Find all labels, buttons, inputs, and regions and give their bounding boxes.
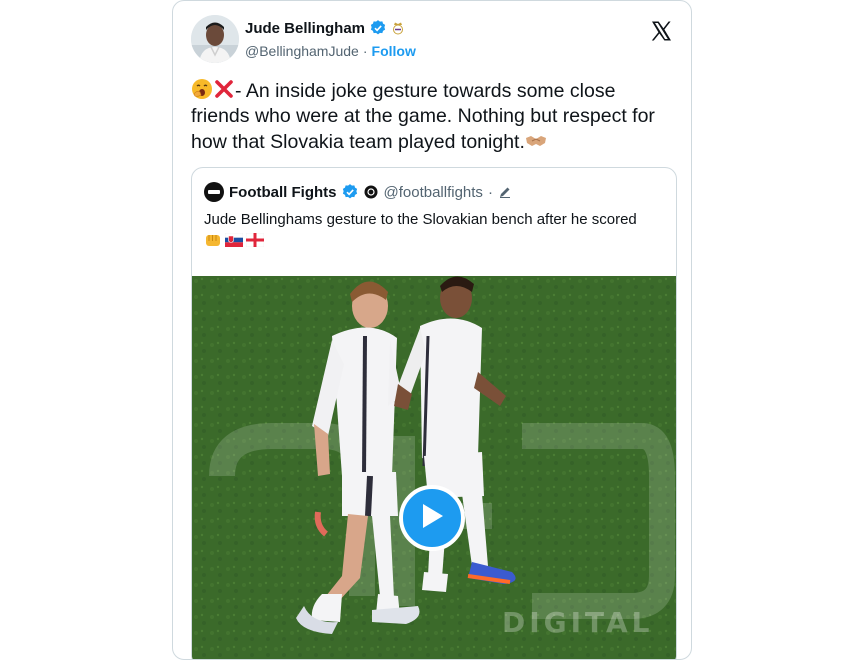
quoted-tweet-text: Jude Bellinghams gesture to the Slovakia… (204, 211, 637, 228)
x-logo-icon[interactable] (649, 19, 673, 43)
follow-button[interactable]: Follow (372, 43, 416, 59)
quoted-author-handle[interactable]: @footballfights (383, 184, 482, 201)
affiliate-badge-icon (364, 185, 378, 199)
cross-mark-emoji-icon (213, 78, 235, 100)
pencil-edited-icon (498, 185, 512, 199)
play-button[interactable] (399, 485, 465, 551)
england-flag-icon (245, 232, 265, 252)
tweet-text: - An inside joke gesture towards some cl… (191, 80, 655, 153)
tweet-body: - An inside joke gesture towards some cl… (191, 78, 671, 155)
real-madrid-crest-icon (391, 21, 405, 35)
tweet-card[interactable]: Jude Bellingham @BellinghamJude · Follow (172, 0, 692, 660)
quoted-emoji-row (204, 232, 265, 253)
quoted-author-name[interactable]: Football Fights (229, 184, 336, 201)
handshake-emoji-icon (525, 129, 547, 151)
yawning-face-emoji-icon (191, 78, 213, 100)
separator-dot: · (487, 183, 493, 201)
fist-emoji-icon (204, 232, 222, 253)
author-avatar[interactable] (191, 15, 239, 63)
quoted-tweet[interactable]: Football Fights @footballfights · Jude B… (191, 167, 677, 659)
quoted-author-avatar[interactable] (204, 182, 224, 202)
author-handle[interactable]: @BellinghamJude (245, 43, 359, 59)
author-name[interactable]: Jude Bellingham (245, 20, 365, 37)
video-frame-image (192, 276, 676, 659)
play-icon (419, 502, 445, 535)
slovakia-flag-icon (224, 232, 244, 252)
video-thumbnail[interactable]: DIGITAL (192, 276, 676, 659)
quoted-verified-badge-icon (341, 183, 359, 201)
verified-badge-icon (369, 19, 387, 37)
separator-dot: · (362, 43, 368, 59)
tweet-header: Jude Bellingham @BellinghamJude · Follow (191, 13, 677, 65)
watermark-text: DIGITAL (502, 606, 654, 639)
